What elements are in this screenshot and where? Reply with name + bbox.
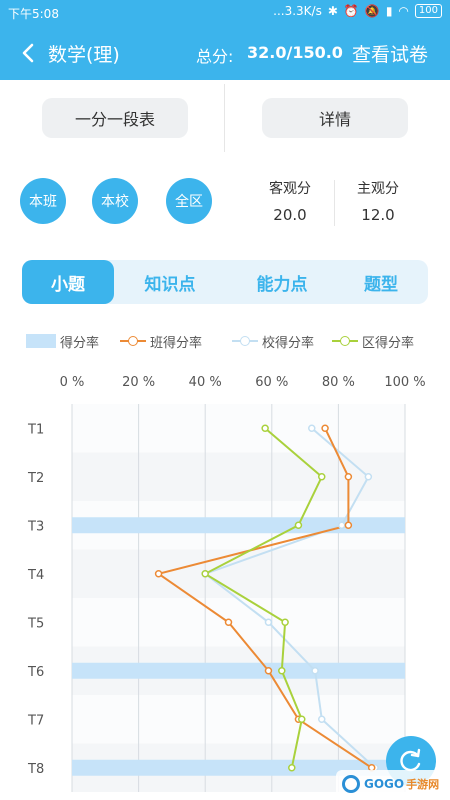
tab-bar: 小题 知识点 能力点 题型 (22, 260, 428, 304)
legend-item-score-rate: 得分率 (26, 332, 100, 351)
back-arrow-icon[interactable] (16, 39, 40, 67)
plot-row-background (72, 452, 405, 501)
watermark-logo: GOGO 手游网 (336, 770, 450, 798)
objective-score-label: 客观分 (269, 181, 311, 197)
class-rate-point (321, 424, 329, 432)
signal-icon: ▮ (385, 4, 393, 18)
area-rate-point (318, 473, 326, 481)
divider (224, 84, 225, 152)
chart-legend: 得分率 班得分率 校得分率 区得分率 (26, 332, 426, 352)
objective-score: 客观分 20.0 (250, 178, 330, 224)
school-rate-point (311, 667, 319, 675)
watermark-text-secondary: 手游网 (406, 778, 440, 791)
tab-question-types[interactable]: 题型 (338, 260, 424, 304)
x-tick-label: 0 % (60, 375, 85, 390)
alarm-icon: ⏰ (343, 4, 359, 18)
class-rate-point (344, 473, 353, 481)
network-speed: ...3.3K/s (273, 4, 322, 18)
legend-label: 班得分率 (150, 335, 203, 351)
total-score-label: 总分: (196, 47, 234, 66)
objective-score-value: 20.0 (273, 206, 307, 224)
legend-item-school-rate: 校得分率 (232, 332, 315, 351)
legend-swatch (332, 335, 358, 347)
legend-swatch (26, 334, 56, 348)
class-rate-point (224, 618, 233, 626)
subjective-score-label: 主观分 (357, 181, 399, 197)
y-category-label: T6 (27, 665, 44, 680)
x-tick-label: 60 % (255, 375, 288, 390)
score-rate-chart: 0 % 20 % 40 % 60 % 80 % 100 % T1 T2 T3 T4 T5 T6 T7 T8 (27, 375, 426, 792)
class-rate-point (344, 521, 353, 529)
area-rate-point (288, 764, 296, 772)
legend-item-class-rate: 班得分率 (120, 332, 203, 351)
tab-ability-points[interactable]: 能力点 (234, 260, 330, 304)
school-rate-point (264, 618, 273, 626)
segment-table-button[interactable]: 一分一段表 (42, 98, 188, 138)
tab-questions[interactable]: 小题 (22, 260, 114, 304)
header: 数学(理) 总分: 32.0/150.0 查看试卷 (0, 26, 450, 80)
y-category-label: T3 (27, 519, 44, 534)
area-rate-point (298, 715, 306, 723)
plot-row-background (72, 695, 405, 744)
plot-row-background (72, 598, 405, 647)
y-category-label: T7 (27, 713, 44, 728)
class-rate-point (264, 667, 273, 675)
legend-label: 校得分率 (262, 335, 315, 351)
status-bar: 下午5:08 ...3.3K/s ✱ ⏰ 🔕 ▮ ◠ 100 (0, 0, 450, 26)
mute-icon: 🔕 (364, 4, 380, 18)
subjective-score-value: 12.0 (361, 206, 395, 224)
status-time: 下午5:08 (8, 7, 59, 21)
watermark-icon (342, 775, 360, 793)
divider (334, 180, 335, 226)
watermark-text: GOGO (364, 777, 405, 791)
wifi-icon: ◠ (398, 4, 409, 18)
tab-knowledge-points[interactable]: 知识点 (122, 260, 218, 304)
battery-icon: 100 (414, 4, 442, 18)
legend-label: 得分率 (60, 335, 100, 351)
area-rate-point (261, 424, 269, 432)
detail-button[interactable]: 详情 (262, 98, 408, 138)
scope-school-button[interactable]: 本校 (92, 178, 138, 224)
y-category-label: T8 (27, 762, 44, 777)
view-paper-button[interactable]: 查看试卷 (352, 40, 428, 67)
bluetooth-icon: ✱ (327, 4, 338, 18)
area-rate-point (278, 667, 286, 675)
area-rate-point (281, 618, 289, 626)
x-tick-label: 20 % (122, 375, 155, 390)
area-rate-point (294, 521, 303, 529)
subjective-score: 主观分 12.0 (338, 178, 418, 224)
scope-area-button[interactable]: 全区 (166, 178, 212, 224)
area-rate-point (201, 570, 209, 578)
y-category-label: T2 (27, 471, 44, 486)
total-score-value: 32.0/150.0 (247, 43, 343, 62)
school-rate-point (364, 473, 373, 481)
status-icons: ...3.3K/s ✱ ⏰ 🔕 ▮ ◠ 100 (273, 4, 442, 18)
score-rate-bar (72, 662, 405, 679)
y-category-label: T4 (27, 568, 44, 583)
legend-swatch (232, 335, 258, 347)
x-tick-label: 80 % (322, 375, 355, 390)
legend-item-area-rate: 区得分率 (332, 332, 415, 351)
legend-swatch (120, 335, 146, 347)
plot-row-background (72, 404, 405, 453)
school-rate-point (308, 424, 316, 432)
x-tick-label: 40 % (189, 375, 222, 390)
score-rate-bar (72, 517, 405, 534)
y-category-label: T1 (27, 422, 44, 437)
scope-class-button[interactable]: 本班 (20, 178, 66, 224)
y-category-label: T5 (27, 616, 44, 631)
x-tick-label: 100 % (384, 375, 425, 390)
school-rate-point (318, 715, 326, 723)
legend-label: 区得分率 (362, 335, 415, 351)
school-rate-point (337, 521, 346, 529)
page-title: 数学(理) (48, 44, 120, 66)
class-rate-point (154, 570, 163, 578)
